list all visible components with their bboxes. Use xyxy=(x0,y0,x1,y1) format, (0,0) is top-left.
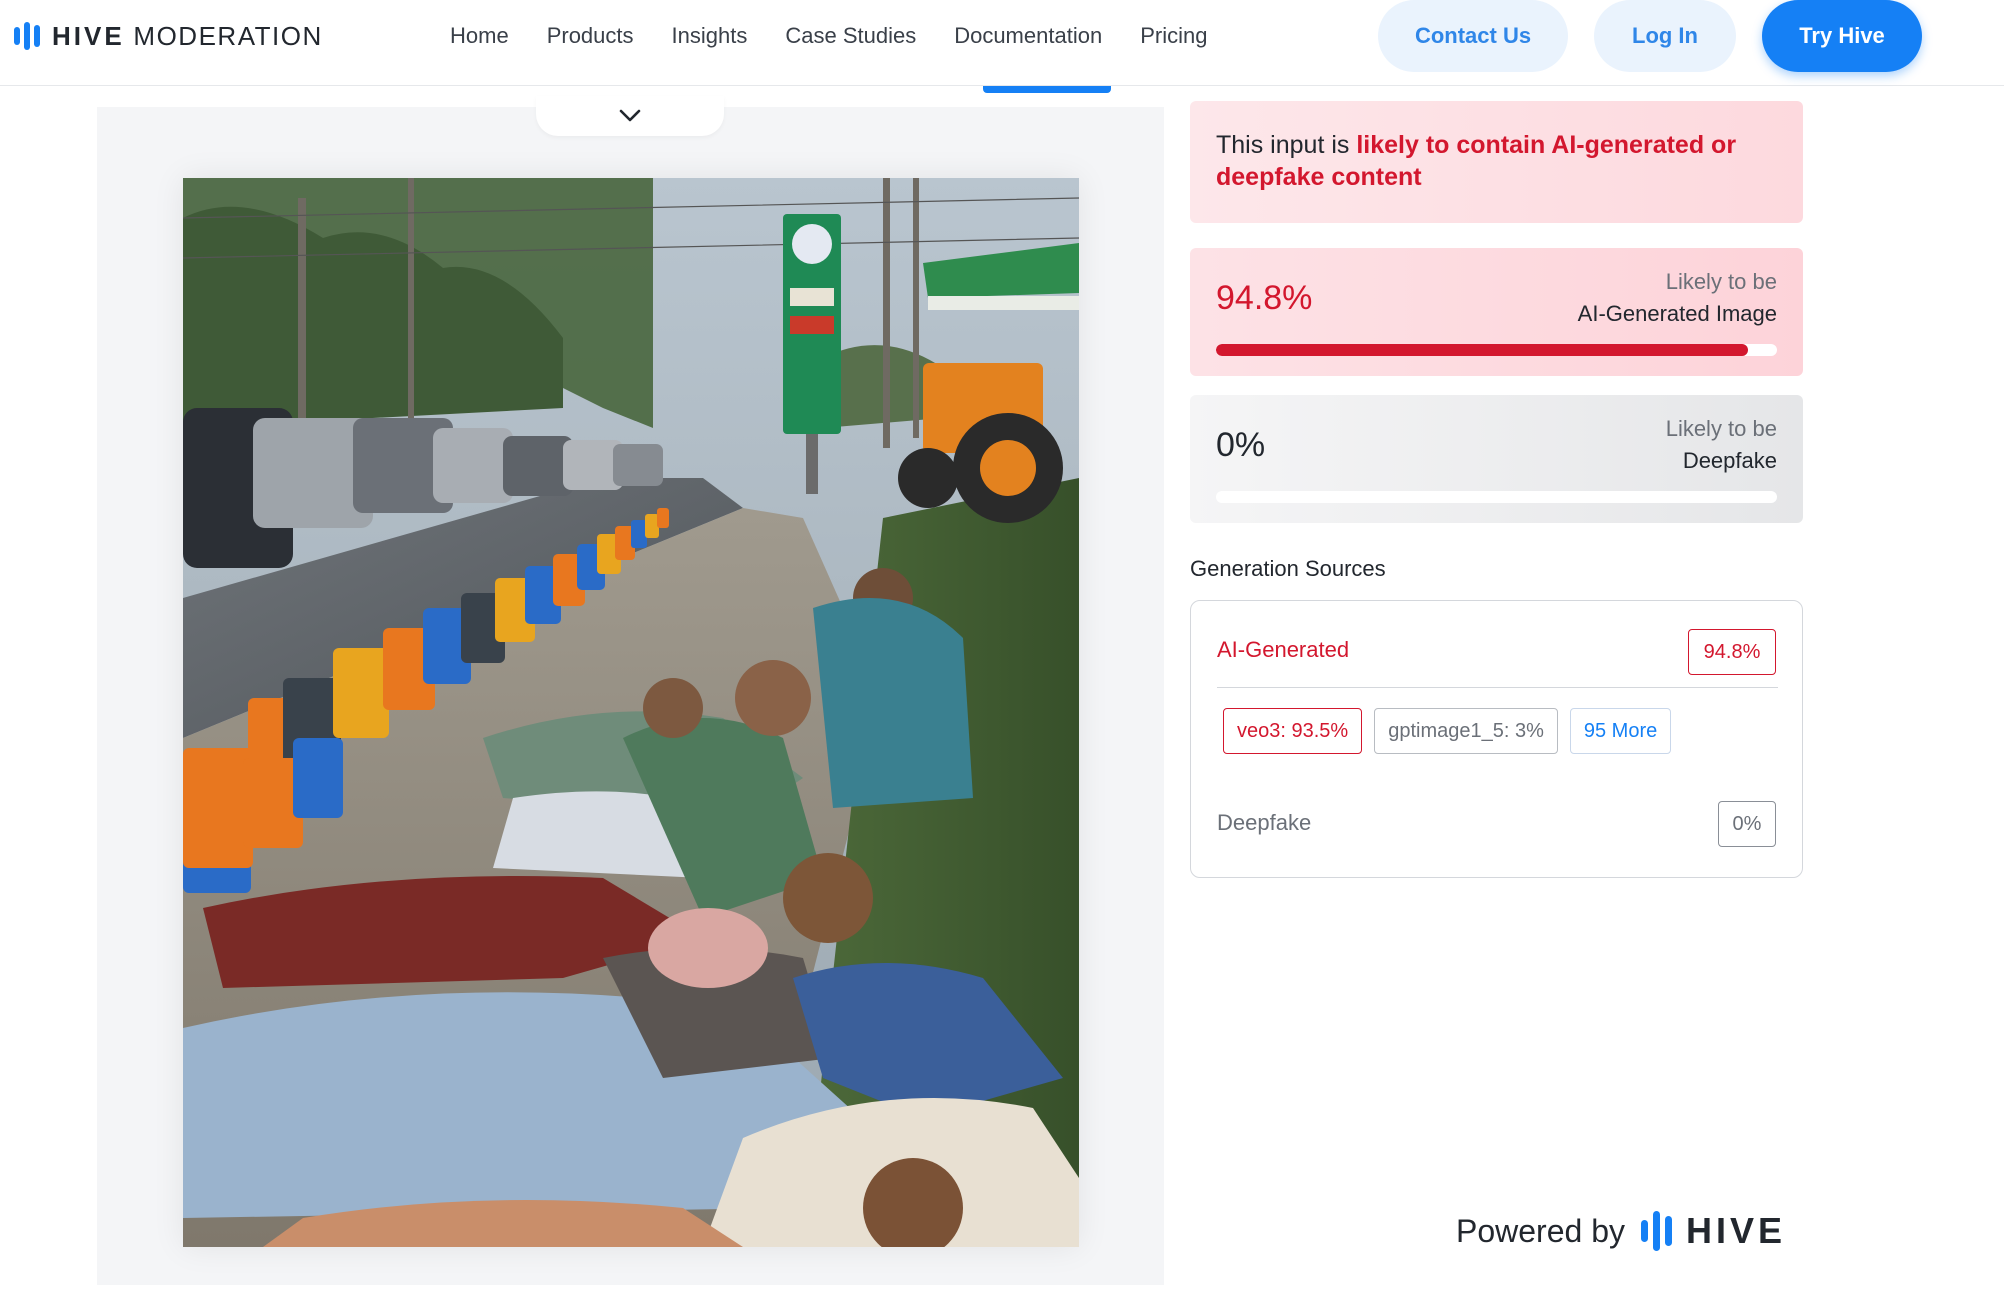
hive-moderation-logo[interactable]: HIVE MODERATION xyxy=(14,20,323,52)
deepfake-score-bar xyxy=(1216,491,1777,503)
analyzed-image xyxy=(183,178,1079,1247)
contact-us-button[interactable]: Contact Us xyxy=(1378,0,1568,72)
hive-logo-icon xyxy=(1640,1211,1672,1251)
more-sources-button[interactable]: 95 More xyxy=(1569,708,1672,754)
powered-by-text: Powered by xyxy=(1456,1212,1625,1249)
source-chip-veo3[interactable]: veo3: 93.5% xyxy=(1223,708,1363,754)
ai-generated-badge: 94.8% xyxy=(1688,629,1776,675)
collapse-toggle[interactable] xyxy=(536,96,724,136)
nav-case-studies[interactable]: Case Studies xyxy=(785,22,916,50)
nav-documentation[interactable]: Documentation xyxy=(954,22,1102,50)
ai-score-caption: Likely to be AI-Generated Image xyxy=(1578,266,1777,330)
top-navigation-bar: HIVE MODERATION Home Products Insights C… xyxy=(0,0,2004,86)
deepfake-score-caption: Likely to be Deepfake xyxy=(1666,413,1777,477)
nav-pricing[interactable]: Pricing xyxy=(1140,22,1207,50)
nav-home[interactable]: Home xyxy=(450,22,509,50)
nav-products[interactable]: Products xyxy=(547,22,634,50)
deepfake-score-card: 0% Likely to be Deepfake xyxy=(1190,395,1803,523)
ai-generated-score-card: 94.8% Likely to be AI-Generated Image xyxy=(1190,248,1803,376)
generation-sources-card: AI-Generated 94.8% veo3: 93.5% gptimage1… xyxy=(1190,600,1803,878)
powered-by-hive[interactable]: Powered by HIVE xyxy=(1456,1210,1786,1252)
verdict-prefix: This input is xyxy=(1216,131,1357,159)
deepfake-badge: 0% xyxy=(1718,801,1776,847)
ai-caption-line2: AI-Generated Image xyxy=(1577,301,1777,326)
generation-sources-title: Generation Sources xyxy=(1190,556,1386,581)
source-chips: veo3: 93.5% gptimage1_5: 3% 95 More xyxy=(1223,708,1672,754)
hive-logo-icon xyxy=(14,22,40,50)
upload-button-edge[interactable] xyxy=(983,86,1111,93)
deepfake-score-value: 0% xyxy=(1216,426,1266,464)
deepfake-caption-line1: Likely to be xyxy=(1665,416,1777,441)
ai-caption-line1: Likely to be xyxy=(1665,269,1777,294)
chevron-down-icon xyxy=(619,109,641,122)
try-hive-button[interactable]: Try Hive xyxy=(1762,0,1922,72)
ai-generated-label: AI-Generated xyxy=(1217,637,1350,662)
hive-brand-text: HIVE xyxy=(1685,1210,1787,1251)
nav-insights[interactable]: Insights xyxy=(672,22,748,50)
log-in-button[interactable]: Log In xyxy=(1594,0,1736,72)
main-nav: Home Products Insights Case Studies Docu… xyxy=(450,22,1245,50)
ai-score-bar-fill xyxy=(1216,344,1748,356)
deepfake-caption-line2: Deepfake xyxy=(1682,448,1777,473)
ai-score-bar xyxy=(1216,344,1777,356)
logo-wordmark: HIVE MODERATION xyxy=(52,20,323,51)
deepfake-label: Deepfake xyxy=(1217,810,1312,835)
source-chip-gptimage[interactable]: gptimage1_5: 3% xyxy=(1374,708,1558,754)
sources-divider xyxy=(1217,687,1778,688)
ai-score-value: 94.8% xyxy=(1216,279,1313,317)
detection-verdict-banner: This input is likely to contain AI-gener… xyxy=(1190,101,1803,223)
analyzed-photo xyxy=(183,178,1079,1247)
